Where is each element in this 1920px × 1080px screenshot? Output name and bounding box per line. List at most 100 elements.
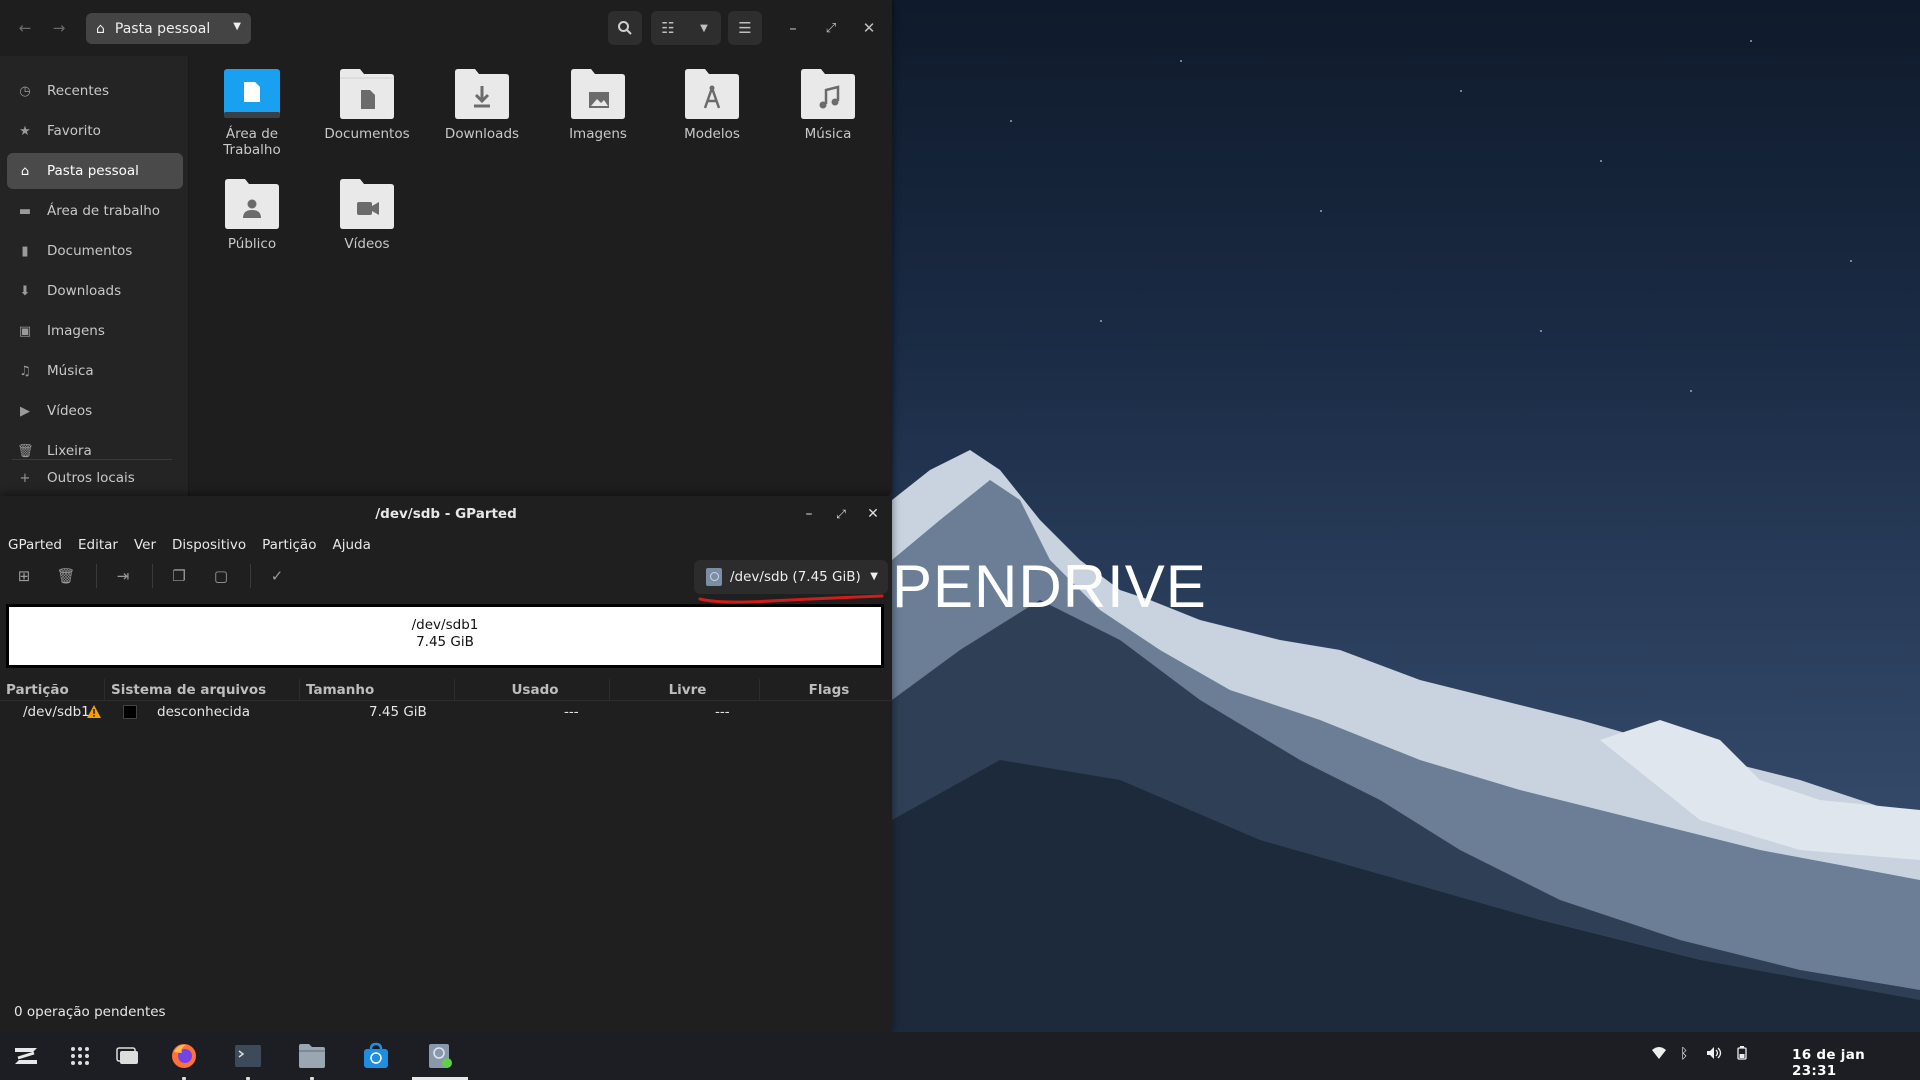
wallpaper-text-label: PENDRIVE [892, 553, 1207, 620]
partition-graphic[interactable]: /dev/sdb1 7.45 GiB [6, 604, 884, 668]
sidebar-item-favorito[interactable]: ★ Favorito [7, 113, 183, 149]
gparted-taskbar-item[interactable] [426, 1042, 454, 1070]
desktop-folder-icon [224, 69, 280, 118]
menubar: GParted Editar Ver Dispositivo Partição … [0, 534, 379, 556]
sidebar-item-videos[interactable]: ▶ Vídeos [7, 393, 183, 429]
column-header-particao[interactable]: Partição [0, 679, 105, 700]
column-header-usado[interactable]: Usado [455, 679, 610, 700]
cell-used: --- [564, 704, 579, 720]
partition-graphic-size: 7.45 GiB [416, 634, 474, 650]
apply-button[interactable]: ✓ [263, 562, 291, 590]
workspaces-button[interactable] [114, 1042, 142, 1070]
menu-particao[interactable]: Partição [254, 534, 324, 556]
back-button[interactable]: ← [8, 11, 42, 45]
folder-label: Público [227, 236, 277, 252]
cell-partition: /dev/sdb1 [23, 704, 90, 720]
folder-imagens[interactable]: Imagens [548, 68, 648, 142]
toolbar-separator [152, 564, 153, 588]
menu-editar[interactable]: Editar [70, 534, 126, 556]
column-header-flags[interactable]: Flags [760, 679, 892, 700]
new-partition-button[interactable]: ⊞ [10, 562, 38, 590]
sidebar-item-label: Outros locais [47, 470, 135, 486]
warning-icon [87, 705, 101, 718]
battery-tray-button[interactable] [1737, 1046, 1747, 1064]
view-list-button[interactable]: ☷ [651, 11, 685, 45]
folder-videos[interactable]: Vídeos [317, 178, 417, 252]
resize-move-button[interactable]: ⇥ [109, 562, 137, 590]
windows-overview-icon [116, 1047, 138, 1064]
column-header-livre[interactable]: Livre [610, 679, 760, 700]
sidebar-item-outros-locais[interactable]: + Outros locais [7, 466, 183, 490]
copy-button[interactable]: ❐ [165, 562, 193, 590]
music-folder-icon [801, 69, 855, 119]
close-button[interactable]: ✕ [864, 505, 882, 523]
folder-area-de-trabalho[interactable]: Área de Trabalho [202, 68, 302, 158]
sidebar-item-recentes[interactable]: ◷ Recentes [7, 73, 183, 109]
minimize-button[interactable]: – [800, 505, 818, 523]
maximize-button[interactable]: ⤢ [832, 505, 850, 523]
delete-partition-button[interactable]: 🗑 [52, 562, 80, 590]
menu-gparted[interactable]: GParted [0, 534, 70, 556]
files-window: ← → ⌂ Pasta pessoal ▼ ☷ ▼ ☰ – ⤢ ✕ ◷ Rece… [0, 0, 892, 496]
wifi-icon [1652, 1047, 1666, 1059]
column-header-tamanho[interactable]: Tamanho [300, 679, 455, 700]
folder-downloads[interactable]: Downloads [432, 68, 532, 142]
sidebar-item-label: Pasta pessoal [47, 163, 139, 179]
table-header: Partição Sistema de arquivos Tamanho Usa… [0, 679, 892, 701]
sidebar-item-area-de-trabalho[interactable]: ▬ Área de trabalho [7, 193, 183, 229]
search-button[interactable] [608, 11, 642, 45]
sidebar-item-lixeira[interactable]: 🗑 Lixeira [7, 433, 183, 469]
files-headerbar: ← → ⌂ Pasta pessoal ▼ ☷ ▼ ☰ – ⤢ ✕ [0, 0, 892, 56]
terminal-taskbar-item[interactable] [234, 1042, 262, 1080]
bluetooth-tray-button[interactable]: ᛒ [1680, 1046, 1688, 1062]
app-grid-button[interactable] [66, 1042, 94, 1070]
folder-publico[interactable]: Público [202, 178, 302, 252]
table-row[interactable]: /dev/sdb1 desconhecida 7.45 GiB --- --- [0, 701, 892, 723]
sidebar-item-pasta-pessoal[interactable]: ⌂ Pasta pessoal [7, 153, 183, 189]
minimize-button[interactable]: – [776, 11, 810, 45]
files-taskbar-item[interactable] [298, 1042, 326, 1080]
paste-button[interactable]: ▢ [207, 562, 235, 590]
sidebar-item-downloads[interactable]: ⬇ Downloads [7, 273, 183, 309]
maximize-button[interactable]: ⤢ [814, 11, 848, 45]
image-folder-icon [571, 69, 625, 119]
software-store-taskbar-item[interactable] [362, 1042, 390, 1070]
drive-icon [706, 568, 722, 586]
menu-dispositivo[interactable]: Dispositivo [164, 534, 254, 556]
home-icon: ⌂ [20, 163, 30, 179]
menu-ver[interactable]: Ver [126, 534, 164, 556]
chevron-down-icon[interactable]: ▼ [233, 21, 241, 32]
close-button[interactable]: ✕ [852, 11, 886, 45]
app-menu-button[interactable] [12, 1042, 40, 1070]
path-bar-button[interactable]: ⌂ Pasta pessoal ▼ [86, 13, 251, 44]
gparted-window: /dev/sdb - GParted – ⤢ ✕ GParted Editar … [0, 496, 892, 1032]
column-header-sistema[interactable]: Sistema de arquivos [105, 679, 300, 700]
maximize-icon: ⤢ [836, 507, 846, 521]
bluetooth-icon: ᛒ [1680, 1046, 1689, 1062]
cell-free: --- [715, 704, 730, 720]
folder-modelos[interactable]: Modelos [662, 68, 762, 142]
network-tray-button[interactable] [1651, 1046, 1667, 1064]
sidebar-item-musica[interactable]: ♫ Música [7, 353, 183, 389]
volume-tray-button[interactable] [1706, 1046, 1722, 1064]
star-icon: ★ [19, 123, 31, 139]
device-selector[interactable]: /dev/sdb (7.45 GiB) ▼ [694, 560, 888, 594]
terminal-icon [235, 1045, 261, 1067]
sidebar-item-imagens[interactable]: ▣ Imagens [7, 313, 183, 349]
maximize-icon: ⤢ [825, 20, 837, 36]
cell-filesystem: desconhecida [157, 704, 251, 720]
clock[interactable]: 16 de jan 23:31 [1792, 1047, 1920, 1079]
sidebar-divider [12, 459, 172, 460]
folder-documentos[interactable]: Documentos [317, 68, 417, 142]
menu-ajuda[interactable]: Ajuda [324, 534, 378, 556]
trash-icon: 🗑 [56, 567, 76, 585]
view-options-button[interactable]: ▼ [687, 11, 721, 45]
sidebar-item-label: Lixeira [47, 443, 92, 459]
copy-icon: ❐ [172, 567, 186, 585]
menu-button[interactable]: ☰ [728, 11, 762, 45]
firefox-taskbar-item[interactable] [170, 1042, 198, 1080]
forward-button[interactable]: → [42, 11, 76, 45]
folder-musica[interactable]: Música [778, 68, 878, 142]
plus-icon: + [19, 470, 31, 486]
sidebar-item-documentos[interactable]: ▮ Documentos [7, 233, 183, 269]
